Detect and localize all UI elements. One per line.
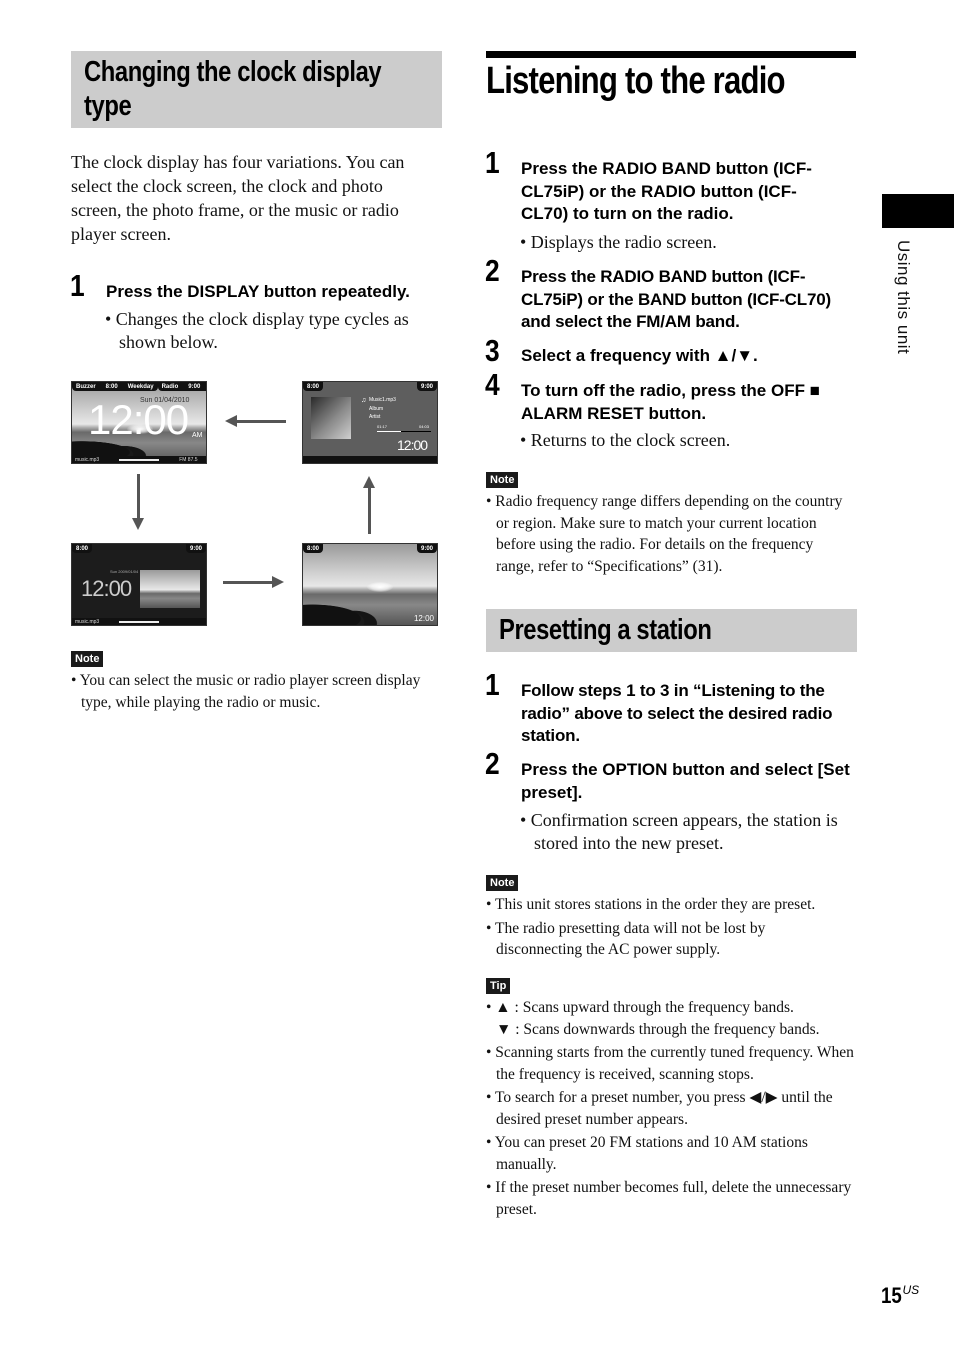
note-item: • The radio presetting data will not be … xyxy=(486,919,766,959)
now-playing: music.mp3 xyxy=(75,456,100,463)
alarm2-time: 9:00 xyxy=(188,383,201,390)
alarm2-time: 9:00 xyxy=(420,545,433,552)
music-note-icon: ♫ xyxy=(361,396,367,404)
arrow-left xyxy=(236,420,286,423)
tip-item: • To search for a preset number, you pre… xyxy=(486,1089,833,1128)
arrowhead-right xyxy=(272,576,284,588)
step-instruction: Follow steps 1 to 3 in “Listening to the… xyxy=(521,681,833,745)
note-badge: Note xyxy=(486,472,519,488)
music-progress-bar xyxy=(377,431,431,432)
alarm1-time: 8:00 xyxy=(76,545,89,552)
note-block-preset: Note • This unit stores stations in the … xyxy=(486,873,854,961)
alarm1-days: Weekday xyxy=(127,383,154,390)
step-number: 2 xyxy=(485,746,500,781)
step-number: 3 xyxy=(485,333,500,368)
note-badge: Note xyxy=(486,875,519,891)
intro-paragraph: The clock display has four variations. Y… xyxy=(71,150,451,246)
album-art xyxy=(311,397,351,439)
step-instruction: To turn off the radio, press the OFF ■ A… xyxy=(521,381,820,423)
music-clock-time: 12:00 xyxy=(397,437,428,453)
tip-item: • If the preset number becomes full, del… xyxy=(486,1179,852,1218)
page-region: US xyxy=(902,1283,920,1297)
now-playing: music.mp3 xyxy=(75,618,100,625)
tip-badge: Tip xyxy=(486,978,511,994)
step-bullet: • Confirmation screen appears, the stati… xyxy=(520,810,838,853)
alarm2-time: 9:00 xyxy=(189,545,202,552)
step-instruction: Press the OPTION button and select [Set … xyxy=(521,760,850,802)
arrow-up xyxy=(368,488,371,534)
step-instruction: Press the RADIO BAND button (ICF-CL75iP)… xyxy=(521,267,831,331)
clock-ampm: AM xyxy=(192,432,203,439)
note-block-radio: Note • Radio frequency range differs dep… xyxy=(486,470,851,577)
step-instruction: Select a frequency with ▲/▼. xyxy=(521,346,758,365)
intro-line: player screen. xyxy=(71,224,171,244)
section-title-line2: type xyxy=(84,90,132,122)
album-name: Album xyxy=(369,406,384,412)
intro-line: screen, the photo frame, or the music or… xyxy=(71,200,399,220)
intro-line: The clock display has four variations. Y… xyxy=(71,152,405,172)
page-number: 15US xyxy=(881,1283,919,1309)
clock-time: 12:00 xyxy=(88,396,189,443)
alarm2-time: 9:00 xyxy=(420,383,433,390)
step-instruction: Press the RADIO BAND button (ICF-CL75iP)… xyxy=(521,159,812,223)
step-number: 1 xyxy=(485,145,500,180)
arrowhead-left xyxy=(225,415,237,427)
tip-item-continuation: ▼ : Scans downwards through the frequenc… xyxy=(496,1020,820,1038)
radio-freq: FM 87.5 xyxy=(179,456,198,463)
photo-frame-screen-thumbnail: 8:00 9:00 12:00 xyxy=(302,543,438,626)
clock-time: 12:00 xyxy=(81,576,132,601)
note-item: • This unit stores stations in the order… xyxy=(486,896,816,913)
arrow-right xyxy=(223,581,273,584)
alarm1-time: 8:00 xyxy=(307,545,320,552)
track-name: Music1.mp3 xyxy=(369,397,396,403)
section-title-line1: Changing the clock display xyxy=(84,56,382,88)
clock-photo-screen-thumbnail: 8:00 9:00 Sun 2009/01/04 12:00 music.mp3 xyxy=(71,543,207,626)
step-number: 1 xyxy=(485,667,500,702)
intro-line: select the clock screen, the clock and p… xyxy=(71,176,383,196)
elapsed-time: 01:17 xyxy=(377,424,388,429)
note-badge: Note xyxy=(71,651,104,667)
chapter-tab-marker xyxy=(882,194,954,228)
step-bullet: • Changes the clock display type cycles … xyxy=(105,309,409,352)
step-instruction: Press the DISPLAY button repeatedly. xyxy=(106,282,410,301)
alarm1-time: 8:00 xyxy=(307,383,320,390)
total-time: 04:03 xyxy=(419,424,430,429)
tip-item: • Scanning starts from the currently tun… xyxy=(486,1044,854,1083)
alarm1-time: 8:00 xyxy=(105,383,118,390)
tip-block: Tip • ▲ : Scans upward through the frequ… xyxy=(486,976,854,1220)
step-bullet: • Returns to the clock screen. xyxy=(520,430,731,450)
arrowhead-down xyxy=(132,518,144,530)
section-header-presetting: Presetting a station xyxy=(486,609,857,652)
page-title: Listening to the radio xyxy=(486,60,786,102)
title-rule xyxy=(486,51,856,58)
alarm2-label: Radio xyxy=(161,383,179,390)
alarm1-label: Buzzer xyxy=(76,383,96,390)
step-bullet: • Displays the radio screen. xyxy=(520,232,717,252)
note-item: • You can select the music or radio play… xyxy=(71,672,421,711)
arrowhead-up xyxy=(363,476,375,488)
clock-date: Sun 2009/01/04 xyxy=(110,569,139,574)
photo-panel xyxy=(140,570,200,608)
step-number: 4 xyxy=(485,367,500,402)
arrow-down xyxy=(137,474,140,520)
step-number: 2 xyxy=(485,253,500,288)
tip-item: • You can preset 20 FM stations and 10 A… xyxy=(486,1134,808,1173)
music-bottom-bar xyxy=(303,456,437,463)
artist-name: Artist xyxy=(369,414,381,420)
progress-bar xyxy=(119,458,160,461)
step-number: 1 xyxy=(70,268,85,303)
music-screen-thumbnail: 8:00 9:00 ♫ Music1.mp3 Album Artist 01:1… xyxy=(302,381,438,464)
progress-bar xyxy=(119,620,160,623)
section-header-clock-display: Changing the clock display type xyxy=(71,51,442,128)
note-item: • Radio frequency range differs dependin… xyxy=(486,493,843,575)
note-block-left: Note • You can select the music or radio… xyxy=(71,649,441,713)
page-number-value: 15 xyxy=(881,1283,902,1308)
chapter-tab-label: Using this unit xyxy=(894,240,913,355)
photo-frame-time: 12:00 xyxy=(413,614,434,623)
clock-screen-thumbnail: Buzzer8:00Weekday Radio9:00Weekend Sun 0… xyxy=(71,381,207,464)
tip-item: • ▲ : Scans upward through the frequency… xyxy=(486,999,794,1016)
